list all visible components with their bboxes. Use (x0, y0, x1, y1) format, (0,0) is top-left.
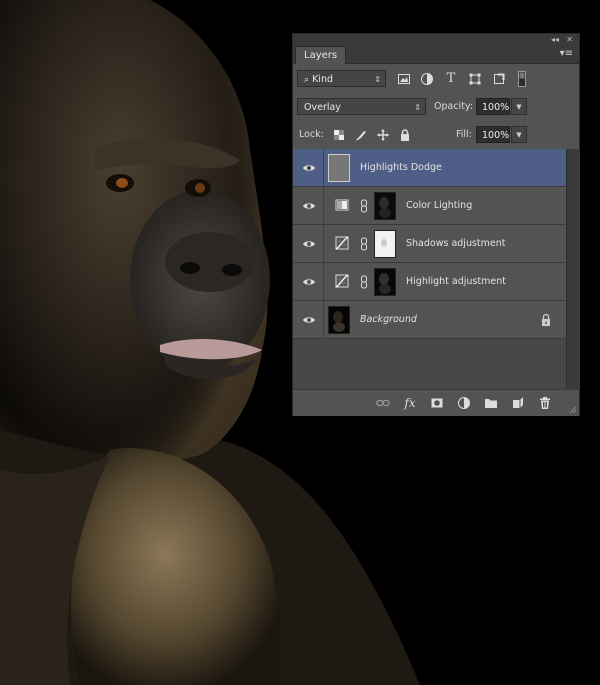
panel-titlebar[interactable]: ◂◂ ✕ (293, 34, 579, 46)
opacity-label: Opacity: (434, 101, 474, 112)
lock-transparent-icon[interactable] (332, 128, 346, 142)
opacity-input[interactable]: 100% (476, 98, 510, 115)
new-layer-icon[interactable] (511, 396, 525, 410)
layer-thumbnail[interactable] (328, 306, 350, 334)
chain-link-icon[interactable] (360, 237, 368, 251)
filter-kind-label: Kind (312, 74, 333, 85)
chain-link-icon[interactable] (360, 275, 368, 289)
divider (323, 187, 324, 225)
layer-row[interactable]: Highlight adjustment (293, 263, 566, 301)
layer-mask-thumbnail[interactable] (374, 192, 396, 220)
smart-object-filter-icon[interactable] (492, 72, 506, 86)
layer-thumbnail[interactable] (328, 154, 350, 182)
tab-layers[interactable]: Layers (295, 46, 347, 64)
lock-icon (542, 313, 550, 326)
updown-icon: ⇕ (374, 75, 381, 84)
layer-name[interactable]: Background (360, 301, 417, 339)
layer-mask-thumbnail[interactable] (374, 268, 396, 296)
pixel-filter-icon[interactable] (397, 72, 411, 86)
shape-filter-icon[interactable] (468, 72, 482, 86)
add-mask-icon[interactable] (430, 396, 444, 410)
fill-dropdown-arrow[interactable]: ▼ (511, 126, 527, 143)
panel-bottom-toolbar: fx (293, 389, 579, 416)
layer-row[interactable]: Color Lighting (293, 187, 566, 225)
fill-label: Fill: (456, 129, 472, 140)
layer-name[interactable]: Highlight adjustment (406, 263, 506, 301)
chain-link-icon[interactable] (360, 199, 368, 213)
layer-row[interactable]: Highlights Dodge (293, 149, 566, 187)
new-group-icon[interactable] (484, 396, 498, 410)
layer-row[interactable]: Shadows adjustment (293, 225, 566, 263)
layer-list: Highlights Dodge Color Lighting Shadows … (293, 149, 566, 389)
blend-mode-value: Overlay (304, 102, 341, 113)
layers-panel: ◂◂ ✕ Layers ▾≡ ⌕ Kind ⇕ T Overlay ⇕ Opac… (292, 33, 580, 416)
eye-icon[interactable] (302, 237, 316, 251)
opacity-dropdown-arrow[interactable]: ▼ (511, 98, 527, 115)
trash-icon[interactable] (538, 396, 552, 410)
filter-kind-dropdown[interactable]: ⌕ Kind ⇕ (297, 70, 386, 87)
lock-pixels-icon[interactable] (354, 128, 368, 142)
lock-row: Lock: Fill: 100% ▼ (293, 125, 579, 147)
tab-bar: Layers ▾≡ (293, 46, 579, 64)
search-icon: ⌕ (304, 75, 310, 85)
collapse-icon[interactable]: ◂◂ (551, 34, 559, 46)
new-adjustment-icon[interactable] (457, 396, 471, 410)
divider (323, 301, 324, 339)
fill-input[interactable]: 100% (476, 126, 510, 143)
eye-icon[interactable] (302, 313, 316, 327)
layer-name[interactable]: Shadows adjustment (406, 225, 506, 263)
layer-mask-thumbnail[interactable] (374, 230, 396, 258)
blend-mode-dropdown[interactable]: Overlay ⇕ (297, 98, 426, 115)
panel-menu-icon[interactable]: ▾≡ (560, 48, 573, 59)
eye-icon[interactable] (302, 161, 316, 175)
divider (323, 263, 324, 301)
layer-name[interactable]: Highlights Dodge (360, 149, 442, 187)
layer-list-scrollbar[interactable] (566, 149, 580, 389)
resize-grip-icon[interactable] (569, 406, 577, 414)
divider (323, 225, 324, 263)
link-layers-icon[interactable] (376, 396, 390, 410)
eye-icon[interactable] (302, 275, 316, 289)
divider (323, 149, 324, 187)
filter-row: ⌕ Kind ⇕ T (293, 68, 579, 92)
blend-row: Overlay ⇕ Opacity: 100% ▼ (293, 97, 579, 119)
layer-row[interactable]: Background (293, 301, 566, 339)
updown-icon: ⇕ (414, 103, 421, 112)
lock-label: Lock: (299, 129, 324, 140)
adjustment-filter-icon[interactable] (420, 72, 434, 86)
close-icon[interactable]: ✕ (566, 34, 573, 46)
fx-icon[interactable]: fx (403, 396, 417, 410)
eye-icon[interactable] (302, 199, 316, 213)
filter-toggle-icon[interactable] (517, 70, 527, 88)
type-filter-icon[interactable]: T (444, 72, 458, 86)
lock-position-icon[interactable] (376, 128, 390, 142)
layer-name[interactable]: Color Lighting (406, 187, 472, 225)
gradient-map-icon[interactable] (335, 198, 349, 212)
curves-icon[interactable] (335, 236, 349, 250)
curves-icon[interactable] (335, 274, 349, 288)
lock-all-icon[interactable] (398, 128, 412, 142)
